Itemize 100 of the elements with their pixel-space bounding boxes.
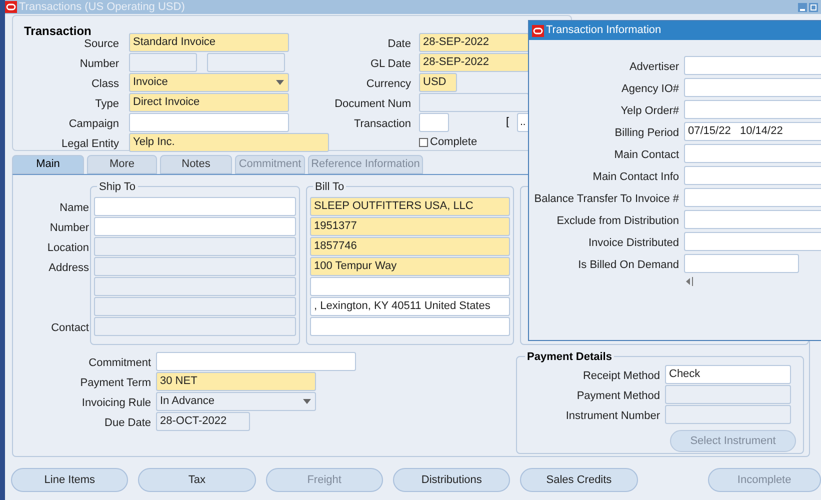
field-label: Invoicing Rule bbox=[82, 396, 151, 408]
input-field[interactable]: Standard Invoice bbox=[129, 33, 289, 52]
input-field[interactable] bbox=[310, 277, 510, 296]
window-title: Transactions (US Operating USD) bbox=[19, 0, 185, 15]
group-heading: Ship To bbox=[97, 179, 138, 196]
field-label: Legal Entity bbox=[62, 138, 119, 150]
input-field[interactable]: Yelp Inc. bbox=[129, 133, 329, 152]
field-label: Is Billed On Demand bbox=[578, 258, 679, 270]
field-label: GL Date bbox=[370, 58, 411, 70]
checkbox-label: Complete bbox=[430, 135, 478, 150]
input-field[interactable]: Check bbox=[665, 365, 791, 384]
field-label: Number bbox=[80, 58, 119, 70]
input-field[interactable] bbox=[684, 254, 799, 273]
field-label: Campaign bbox=[68, 118, 119, 130]
caret-icon bbox=[303, 399, 311, 404]
field-label: Invoice Distributed bbox=[588, 236, 679, 248]
field-label: Instrument Number bbox=[566, 410, 660, 422]
field-label: Currency bbox=[366, 78, 411, 90]
field-label: Agency IO# bbox=[622, 82, 679, 94]
field-label: Document Num bbox=[334, 98, 411, 110]
input-field[interactable] bbox=[665, 385, 791, 404]
action-button[interactable]: Sales Credits bbox=[520, 468, 638, 492]
input-field[interactable] bbox=[419, 113, 449, 132]
dropdown-field[interactable]: In Advance bbox=[156, 392, 316, 411]
input-field[interactable]: 28-SEP-2022 bbox=[419, 53, 529, 72]
input-field[interactable] bbox=[684, 78, 821, 97]
field-value: In Advance bbox=[160, 394, 214, 410]
input-field[interactable] bbox=[156, 352, 356, 371]
input-field[interactable]: Direct Invoice bbox=[129, 93, 289, 112]
field-label: Contact bbox=[51, 322, 89, 334]
input-field[interactable]: 1857746 bbox=[310, 237, 510, 256]
field-label: Payment Term bbox=[80, 376, 151, 388]
input-field[interactable]: SLEEP OUTFITTERS USA, LLC bbox=[310, 197, 510, 216]
dialog-title: Transaction Information bbox=[546, 23, 662, 38]
action-button[interactable]: Line Items bbox=[11, 468, 128, 492]
field-label: Billing Period bbox=[614, 126, 679, 138]
input-field[interactable]: 1951377 bbox=[310, 217, 510, 236]
input-field[interactable] bbox=[684, 232, 821, 251]
input-field[interactable] bbox=[129, 113, 289, 132]
field-label: Number bbox=[50, 222, 89, 234]
input-field[interactable] bbox=[94, 217, 296, 236]
input-field[interactable] bbox=[94, 277, 296, 296]
action-button[interactable]: Tax bbox=[138, 468, 256, 492]
field-label: Main Contact Info bbox=[592, 170, 679, 182]
field-label: Main Contact bbox=[614, 148, 679, 160]
scroll-left-icon[interactable] bbox=[684, 277, 694, 286]
input-field[interactable] bbox=[207, 53, 285, 72]
input-field[interactable] bbox=[684, 188, 821, 207]
input-field[interactable] bbox=[129, 53, 197, 72]
input-field[interactable]: 100 Tempur Way bbox=[310, 257, 510, 276]
input-field[interactable]: 28-OCT-2022 bbox=[156, 412, 250, 431]
maximize-icon[interactable] bbox=[809, 2, 818, 12]
input-field[interactable]: USD bbox=[419, 73, 457, 92]
minimize-icon[interactable] bbox=[798, 2, 807, 12]
input-field[interactable] bbox=[310, 317, 510, 336]
logo-icon bbox=[532, 24, 544, 36]
group-heading: Payment Details bbox=[525, 349, 614, 366]
section-heading: Transaction bbox=[24, 24, 92, 38]
input-field[interactable] bbox=[684, 100, 821, 119]
input-field[interactable] bbox=[419, 93, 529, 112]
input-field[interactable]: 28-SEP-2022 bbox=[419, 33, 529, 52]
field-label: Receipt Method bbox=[582, 370, 660, 382]
input-field[interactable] bbox=[665, 405, 791, 424]
input-field[interactable] bbox=[94, 317, 296, 336]
tab[interactable]: More bbox=[87, 155, 157, 174]
field-label: Due Date bbox=[104, 416, 151, 428]
tab[interactable]: Main bbox=[12, 155, 84, 174]
input-field[interactable]: , Lexington, KY 40511 United States bbox=[310, 297, 510, 316]
field-label: Date bbox=[388, 38, 411, 50]
field-label: Commitment bbox=[88, 356, 151, 368]
dropdown-field[interactable]: Invoice bbox=[129, 73, 289, 92]
field-label: Source bbox=[84, 38, 119, 50]
field-label: Balance Transfer To Invoice # bbox=[534, 192, 679, 204]
field-label: Yelp Order# bbox=[620, 104, 679, 116]
field-value: Invoice bbox=[133, 75, 168, 90]
input-field[interactable] bbox=[94, 257, 296, 276]
input-field[interactable] bbox=[684, 166, 821, 185]
field-label: Address bbox=[48, 262, 89, 274]
field-label: Type bbox=[95, 98, 119, 110]
field-label: Name bbox=[60, 202, 89, 214]
caret-icon bbox=[276, 80, 284, 85]
input-field[interactable]: 07/15/22 10/14/22 bbox=[684, 122, 821, 141]
field-label: Advertiser bbox=[629, 60, 679, 72]
input-field[interactable] bbox=[94, 237, 296, 256]
field-label: Payment Method bbox=[576, 390, 660, 402]
field-label: Transaction bbox=[354, 118, 411, 130]
input-field[interactable] bbox=[684, 144, 821, 163]
bracket-text: [ bbox=[506, 115, 510, 130]
field-label: Class bbox=[91, 78, 119, 90]
tab[interactable]: Notes bbox=[160, 155, 232, 174]
input-field[interactable]: 30 NET bbox=[156, 372, 316, 391]
input-field[interactable] bbox=[94, 197, 296, 216]
checkbox[interactable] bbox=[419, 138, 428, 147]
field-label: Exclude from Distribution bbox=[556, 214, 679, 226]
input-field[interactable] bbox=[684, 56, 821, 75]
action-button[interactable]: Distributions bbox=[392, 468, 510, 492]
field-label: Location bbox=[47, 242, 89, 254]
input-field[interactable] bbox=[684, 210, 821, 229]
input-field[interactable] bbox=[94, 297, 296, 316]
logo-icon bbox=[5, 1, 17, 13]
